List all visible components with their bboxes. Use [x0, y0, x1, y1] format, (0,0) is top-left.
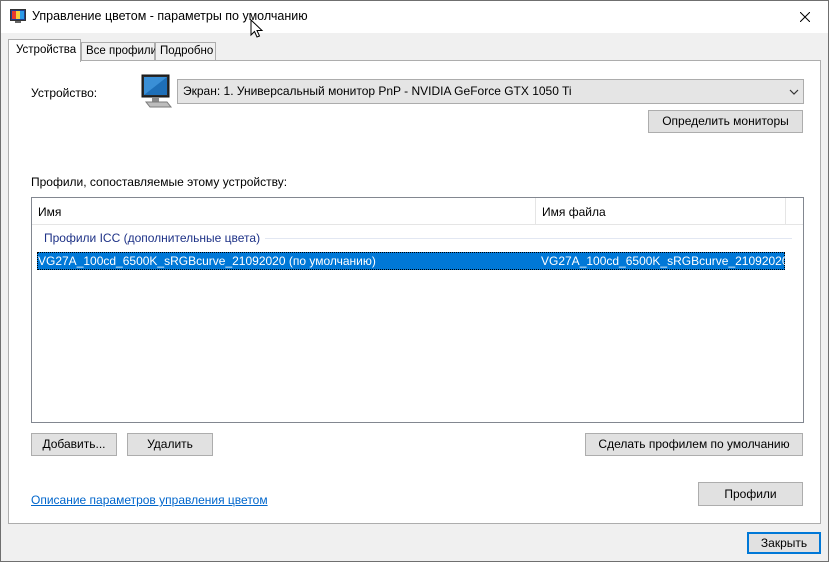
window-title: Управление цветом - параметры по умолчан… [32, 9, 308, 23]
close-window-button[interactable] [782, 1, 828, 32]
mouse-cursor-icon [250, 19, 264, 38]
tab-panel-devices: Устройство: Экран: 1. Универсальный мони… [8, 60, 821, 524]
tab-details[interactable]: Подробно [155, 42, 216, 61]
row-profile-filename: VG27A_100cd_6500K_sRGBcurve_21092020.i..… [541, 254, 804, 268]
identify-monitors-button[interactable]: Определить мониторы [648, 110, 803, 133]
device-select-value: Экран: 1. Универсальный монитор PnP - NV… [183, 84, 572, 98]
profiles-section-label: Профили, сопоставляемые этому устройству… [31, 175, 288, 189]
color-management-icon [10, 9, 26, 24]
list-group-header[interactable]: Профили ICC (дополнительные цвета) [44, 231, 260, 245]
window: Управление цветом - параметры по умолчан… [0, 0, 829, 562]
device-select[interactable]: Экран: 1. Универсальный монитор PnP - NV… [177, 79, 804, 104]
title-bar[interactable]: Управление цветом - параметры по умолчан… [1, 1, 828, 33]
column-separator[interactable] [785, 198, 786, 225]
device-label: Устройство: [31, 86, 98, 100]
tab-all-profiles[interactable]: Все профили [81, 42, 157, 61]
group-divider [265, 238, 792, 239]
tab-devices[interactable]: Устройства [8, 39, 81, 62]
remove-profile-button[interactable]: Удалить [127, 433, 213, 456]
profiles-button[interactable]: Профили [698, 482, 803, 506]
row-profile-name: VG27A_100cd_6500K_sRGBcurve_21092020 (по… [38, 254, 376, 268]
table-row[interactable]: VG27A_100cd_6500K_sRGBcurve_21092020 (по… [37, 252, 803, 270]
close-button[interactable]: Закрыть [747, 532, 821, 554]
column-header-name[interactable]: Имя [32, 198, 535, 225]
monitor-icon [141, 74, 173, 110]
close-icon [800, 11, 810, 22]
set-default-profile-button[interactable]: Сделать профилем по умолчанию [585, 433, 803, 456]
add-profile-button[interactable]: Добавить... [31, 433, 117, 456]
chevron-down-icon [789, 89, 799, 95]
color-management-help-link[interactable]: Описание параметров управления цветом [31, 493, 268, 507]
list-header: Имя Имя файла [32, 198, 803, 225]
column-header-filename[interactable]: Имя файла [536, 198, 785, 225]
profiles-list[interactable]: Имя Имя файла Профили ICC (дополнительны… [31, 197, 804, 423]
